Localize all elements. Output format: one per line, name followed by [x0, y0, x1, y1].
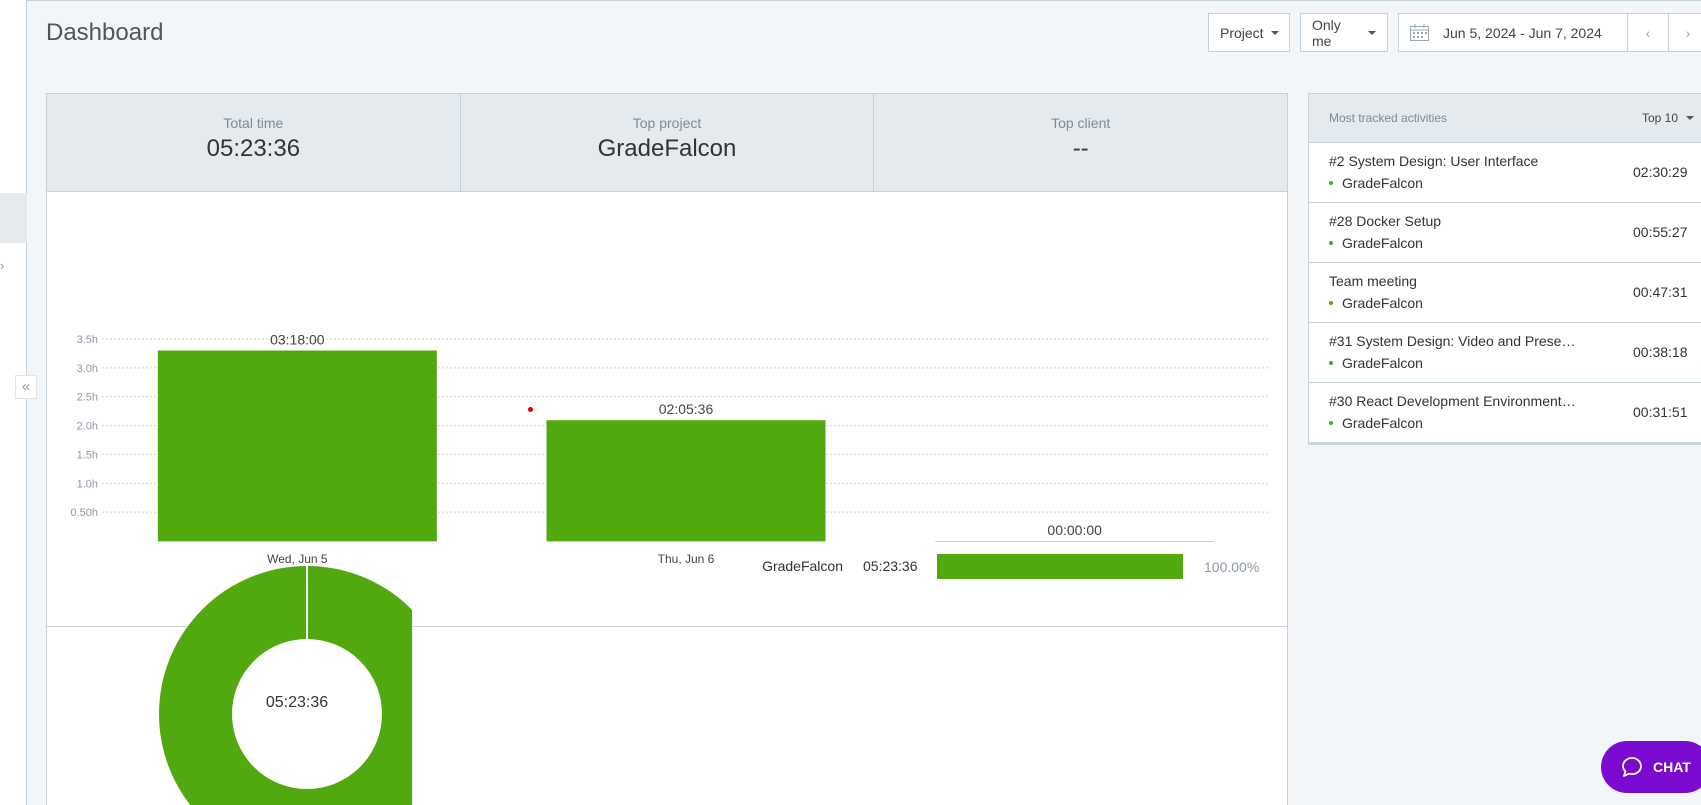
legend-percent: 100.00% — [1204, 559, 1260, 575]
activity-time: 00:31:51 — [1633, 404, 1688, 420]
activity-project-name: GradeFalcon — [1342, 175, 1423, 191]
bar — [546, 420, 826, 541]
top-client-value: -- — [1072, 135, 1089, 162]
chevron-right-icon: › — [1685, 24, 1691, 41]
collapse-sidebar-button[interactable]: « — [15, 375, 37, 399]
chat-label: CHAT — [1653, 759, 1691, 775]
legend-progress-fill — [937, 554, 1183, 579]
top-n-dropdown[interactable]: Top 10 — [1642, 111, 1694, 125]
summary-strip: Total time 05:23:36 Top project GradeFal… — [47, 94, 1287, 192]
activity-row[interactable]: #31 System Design: Video and Presen... G… — [1309, 323, 1701, 383]
activity-name: #31 System Design: Video and Presen... — [1329, 333, 1577, 349]
activities-title: Most tracked activities — [1329, 111, 1448, 125]
page-title: Dashboard — [46, 19, 164, 46]
left-sidebar: › — [0, 0, 27, 805]
total-time-label: Total time — [223, 115, 284, 131]
next-period-button[interactable]: › — [1668, 13, 1701, 52]
activity-name: #2 System Design: User Interface — [1329, 153, 1539, 169]
cursor-marker — [528, 407, 533, 412]
top-client-label: Top client — [1051, 115, 1111, 131]
activity-list: #2 System Design: User Interface GradeFa… — [1309, 143, 1701, 443]
donut-chart — [159, 566, 412, 805]
user-filter-dropdown[interactable]: Only me — [1300, 13, 1388, 52]
project-filter-dropdown[interactable]: Project — [1208, 13, 1290, 52]
activity-time: 00:47:31 — [1633, 284, 1688, 300]
previous-period-button[interactable]: ‹ — [1627, 13, 1669, 52]
caret-down-icon — [1368, 30, 1376, 35]
activity-row[interactable]: #2 System Design: User Interface GradeFa… — [1309, 143, 1701, 203]
bar-data-label: 02:05:36 — [659, 401, 714, 417]
chevron-left-icon: ‹ — [1645, 24, 1651, 41]
legend-project-time: 05:23:36 — [863, 558, 918, 574]
date-range-picker[interactable]: Jun 5, 2024 - Jun 7, 2024 — [1398, 13, 1628, 52]
activity-project-name: GradeFalcon — [1342, 295, 1423, 311]
project-dot-icon — [1329, 181, 1333, 185]
top-n-label: Top 10 — [1641, 111, 1678, 125]
top-project-cell: Top project GradeFalcon — [461, 94, 875, 191]
donut-center-total: 05:23:36 — [265, 694, 329, 711]
top-border — [27, 0, 1701, 3]
activity-row[interactable]: #30 React Development Environment ... Gr… — [1309, 383, 1701, 443]
date-range-label: Jun 5, 2024 - Jun 7, 2024 — [1443, 24, 1602, 41]
project-dot-icon — [1329, 301, 1333, 305]
y-tick-label: 2.0h — [77, 421, 98, 433]
top-project-label: Top project — [632, 115, 702, 131]
user-filter-label: Only me — [1312, 16, 1341, 49]
project-dot-icon — [1329, 421, 1333, 425]
activity-time: 00:38:18 — [1633, 344, 1688, 360]
sidebar-active-item[interactable] — [0, 193, 27, 243]
calendar-icon — [1410, 24, 1429, 41]
chat-bubble-icon — [1622, 757, 1642, 777]
chevron-right-icon[interactable]: › — [0, 258, 4, 273]
project-dot-icon — [1329, 361, 1333, 365]
project-dot-icon — [1329, 241, 1333, 245]
y-tick-label: 2.5h — [77, 392, 98, 404]
bar-data-label: 03:18:00 — [270, 332, 325, 348]
total-time-cell: Total time 05:23:36 — [47, 94, 461, 191]
caret-down-icon — [1270, 30, 1279, 35]
y-tick-label: 3.5h — [77, 334, 98, 346]
caret-down-icon — [1686, 116, 1694, 120]
total-time-value: 05:23:36 — [206, 135, 301, 162]
activity-project-name: GradeFalcon — [1342, 355, 1423, 371]
activity-project-name: GradeFalcon — [1342, 415, 1423, 431]
y-tick-label: 1.0h — [77, 478, 98, 490]
legend-project-name: GradeFalcon — [762, 558, 843, 574]
bar — [157, 350, 437, 541]
activity-name: #28 Docker Setup — [1329, 213, 1442, 229]
project-breakdown: 05:23:36 GradeFalcon 05:23:36 100.00% — [47, 528, 1287, 805]
legend-progress-bar — [937, 554, 1183, 579]
top-client-cell: Top client -- — [874, 94, 1287, 191]
y-tick-label: 3.0h — [77, 363, 98, 375]
project-filter-label: Project — [1220, 24, 1264, 41]
activity-name: Team meeting — [1329, 273, 1417, 289]
activity-row[interactable]: Team meeting GradeFalcon 00:47:31 — [1309, 263, 1701, 323]
activity-row[interactable]: #28 Docker Setup GradeFalcon 00:55:27 — [1309, 203, 1701, 263]
y-tick-label: 0.50h — [70, 507, 98, 519]
dashboard-main-card: Total time 05:23:36 Top project GradeFal… — [46, 93, 1288, 805]
y-tick-label: 1.5h — [77, 449, 98, 461]
project-legend-row[interactable]: GradeFalcon 05:23:36 100.00% — [47, 554, 1287, 580]
most-tracked-activities-card: Most tracked activities Top 10 #2 System… — [1308, 93, 1701, 445]
top-project-value: GradeFalcon — [597, 135, 737, 162]
activity-project-name: GradeFalcon — [1342, 235, 1423, 251]
activity-name: #30 React Development Environment ... — [1329, 393, 1577, 409]
chat-button[interactable]: CHAT — [1601, 741, 1701, 793]
activity-time: 02:30:29 — [1633, 164, 1688, 180]
activity-time: 00:55:27 — [1633, 224, 1688, 240]
activities-header: Most tracked activities Top 10 — [1309, 94, 1701, 143]
